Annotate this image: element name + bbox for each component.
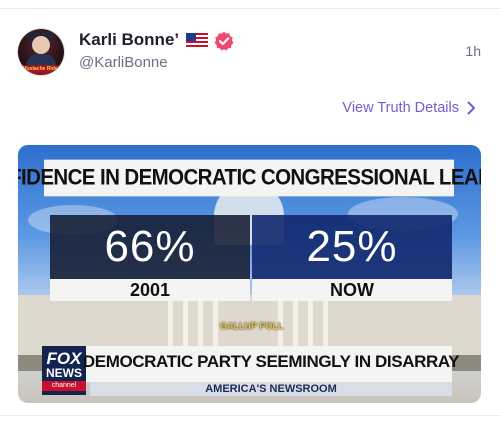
logo-line2: NEWS <box>46 365 82 380</box>
verified-badge-icon <box>214 31 234 51</box>
column-shape <box>308 301 313 351</box>
column-shape <box>293 301 298 351</box>
view-truth-details-label: View Truth Details <box>342 100 459 116</box>
stat-value-2001: 66% <box>50 215 250 279</box>
logo-line1: FOX <box>46 348 82 368</box>
avatar[interactable]: Mustache Rider <box>18 29 64 75</box>
stat-label-2001: 2001 <box>50 279 250 301</box>
poll-source-label: GALLUP POLL <box>220 321 284 331</box>
graphic-title: CONFIDENCE IN DEMOCRATIC CONGRESSIONAL L… <box>18 159 481 197</box>
column-shape <box>198 301 203 351</box>
stat-value-now: 25% <box>252 215 452 279</box>
column-shape <box>213 301 218 351</box>
chevron-right-icon <box>467 101 475 115</box>
top-divider <box>0 8 500 9</box>
view-truth-details-link[interactable]: View Truth Details <box>342 100 476 116</box>
avatar-caption: Mustache Rider <box>22 66 60 72</box>
post-timestamp: 1h <box>465 43 481 59</box>
avatar-face-shape <box>32 36 50 54</box>
user-handle[interactable]: @KarliBonne <box>79 54 168 71</box>
display-name[interactable]: Karli Bonne’ <box>79 30 179 50</box>
news-headline: DEMOCRATIC PARTY SEEMINGLY IN DISARRAY <box>82 352 460 371</box>
column-shape <box>168 301 173 351</box>
column-shape <box>323 301 328 351</box>
show-name: AMERICA'S NEWSROOM <box>90 382 452 396</box>
bottom-divider <box>0 415 500 416</box>
us-flag-icon <box>186 33 208 47</box>
fox-news-logo: FOX NEWS channel <box>42 346 86 395</box>
column-shape <box>183 301 188 351</box>
stat-label-now: NOW <box>252 279 452 301</box>
post-media-image[interactable]: CONFIDENCE IN DEMOCRATIC CONGRESSIONAL L… <box>18 145 481 403</box>
logo-line3: channel <box>42 380 86 391</box>
